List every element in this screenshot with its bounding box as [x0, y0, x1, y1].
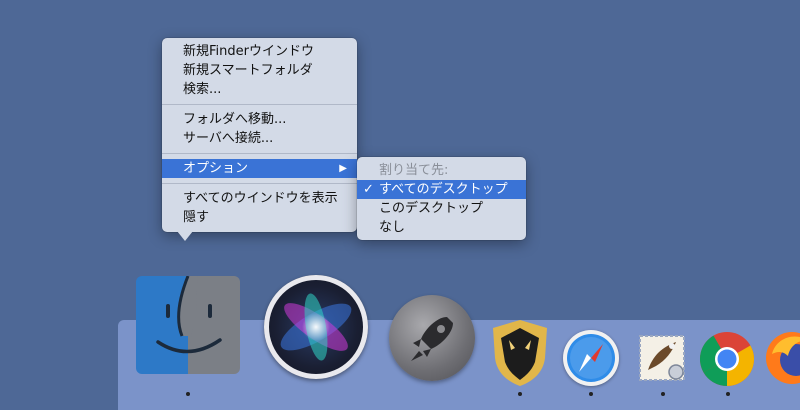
shield-app-running-indicator [518, 392, 522, 396]
menu-item-connect-to-server[interactable]: サーバへ接続... [162, 129, 357, 148]
menu-item-show-all-windows[interactable]: すべてのウインドウを表示 [162, 189, 357, 208]
firefox-icon[interactable] [764, 330, 800, 386]
submenu-item-all-desktops[interactable]: ✓ すべてのデスクトップ [357, 180, 526, 199]
submenu-item-label: すべてのデスクトップ [379, 182, 508, 197]
options-submenu: 割り当て先: ✓ すべてのデスクトップ このデスクトップ なし [357, 157, 526, 240]
menu-item-new-smart-folder[interactable]: 新規スマートフォルダ [162, 61, 357, 80]
dragon-shield-icon[interactable] [487, 318, 553, 388]
menu-separator [162, 153, 357, 154]
submenu-item-this-desktop[interactable]: このデスクトップ [357, 199, 526, 218]
finder-icon[interactable] [136, 276, 240, 374]
menu-item-options-label: オプション [183, 161, 249, 176]
menu-pointer-arrow [177, 231, 193, 241]
submenu-header-assign-to: 割り当て先: [379, 163, 449, 178]
menu-item-options[interactable]: オプション ▶ [162, 159, 357, 178]
mail-running-indicator [661, 392, 665, 396]
checkmark-icon: ✓ [363, 182, 374, 197]
mail-icon[interactable] [636, 330, 690, 384]
finder-context-menu: 新規Finderウインドウ 新規スマートフォルダ 検索... フォルダへ移動..… [162, 38, 357, 232]
finder-running-indicator [186, 392, 190, 396]
safari-icon[interactable] [563, 330, 619, 386]
menu-item-go-to-folder[interactable]: フォルダへ移動... [162, 110, 357, 129]
menu-separator [162, 104, 357, 105]
menu-item-find[interactable]: 検索... [162, 80, 357, 99]
menu-separator [162, 183, 357, 184]
siri-icon[interactable] [264, 275, 368, 379]
submenu-arrow-icon: ▶ [339, 163, 347, 174]
launchpad-icon[interactable] [389, 295, 475, 381]
chrome-icon[interactable] [698, 330, 756, 388]
menu-item-hide[interactable]: 隠す [162, 208, 357, 227]
safari-running-indicator [589, 392, 593, 396]
submenu-item-none[interactable]: なし [357, 218, 526, 237]
menu-item-new-finder-window[interactable]: 新規Finderウインドウ [162, 42, 357, 61]
chrome-running-indicator [726, 392, 730, 396]
